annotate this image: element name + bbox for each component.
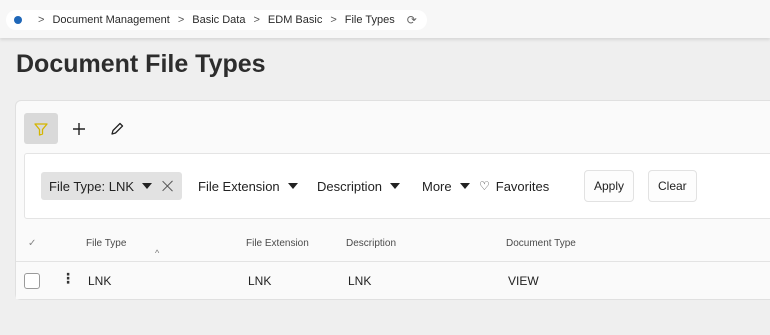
refresh-icon[interactable]: ⟳	[407, 13, 417, 27]
filter-dropdown-description[interactable]: Description	[317, 172, 401, 200]
breadcrumb-bar: > Document Management > Basic Data > EDM…	[0, 0, 770, 38]
list-card: File Type: LNK File Extension Descriptio…	[15, 100, 770, 300]
select-all-check-icon[interactable]: ✓	[28, 238, 36, 249]
column-header-description[interactable]: Description	[346, 238, 396, 249]
column-header-file-type[interactable]: File Type	[86, 238, 126, 249]
sort-ascending-icon[interactable]: ^	[155, 248, 159, 258]
filter-dropdown-file-extension[interactable]: File Extension	[198, 172, 298, 200]
cell-description: LNK	[348, 274, 372, 288]
table-row[interactable]: ⋮ LNK LNK LNK VIEW	[16, 261, 770, 299]
caret-down-icon	[390, 183, 401, 189]
favorites-label: Favorites	[495, 178, 550, 194]
filter-dropdown-label: File Extension	[198, 178, 280, 194]
cell-file-extension: LNK	[248, 274, 272, 288]
filter-chip-label: File Type: LNK	[49, 178, 135, 194]
caret-down-icon	[287, 183, 298, 189]
filter-toggle-button[interactable]	[24, 113, 58, 144]
filter-dropdown-label: More	[422, 178, 452, 194]
edit-button[interactable]	[100, 113, 134, 144]
cell-document-type: VIEW	[508, 274, 539, 288]
caret-down-icon	[459, 183, 470, 189]
more-options-icon[interactable]: ⋮	[61, 270, 75, 287]
plus-icon	[73, 122, 85, 135]
filter-panel: File Type: LNK File Extension Descriptio…	[24, 153, 770, 219]
clear-button[interactable]: Clear	[648, 170, 697, 202]
chevron-right-icon: >	[38, 14, 45, 26]
close-icon[interactable]	[162, 180, 174, 192]
apply-button[interactable]: Apply	[584, 170, 635, 202]
home-dot-icon[interactable]	[14, 16, 22, 24]
filter-dropdown-label: Description	[317, 178, 383, 194]
column-header-document-type[interactable]: Document Type	[506, 238, 576, 249]
page-title: Document File Types	[16, 50, 266, 78]
breadcrumb: > Document Management > Basic Data > EDM…	[6, 10, 427, 30]
row-checkbox[interactable]	[24, 273, 40, 289]
column-header-file-extension[interactable]: File Extension	[246, 238, 309, 249]
filter-chip-file-type[interactable]: File Type: LNK	[41, 172, 183, 200]
breadcrumb-item-edm-basic[interactable]: EDM Basic	[268, 14, 322, 26]
breadcrumb-item-file-types[interactable]: File Types	[345, 14, 395, 26]
heart-icon: ♡	[479, 179, 490, 193]
add-button[interactable]	[62, 113, 96, 144]
chevron-right-icon: >	[177, 14, 185, 26]
favorites-button[interactable]: ♡ Favorites	[479, 172, 549, 200]
chevron-right-icon: >	[253, 14, 260, 26]
pencil-icon	[111, 122, 124, 135]
caret-down-icon[interactable]	[142, 183, 153, 189]
breadcrumb-item-basic-data[interactable]: Basic Data	[192, 14, 245, 26]
chevron-right-icon: >	[330, 14, 337, 26]
cell-file-type: LNK	[88, 274, 112, 288]
filter-dropdown-more[interactable]: More	[422, 172, 470, 200]
filter-icon	[34, 122, 48, 136]
breadcrumb-item-document-management[interactable]: Document Management	[52, 14, 169, 26]
